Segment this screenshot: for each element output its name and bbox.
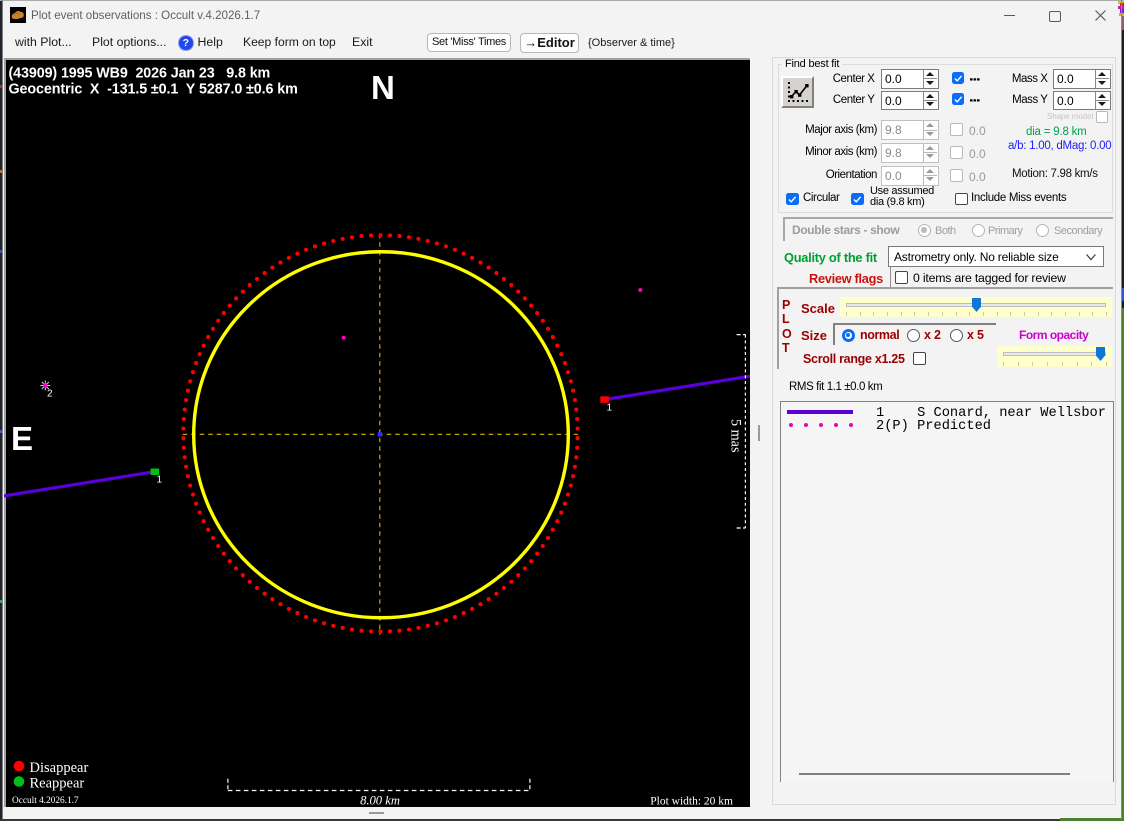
svg-text:1: 1 (157, 475, 163, 486)
svg-text:Plot width: 20 km: Plot width: 20 km (650, 796, 733, 808)
svg-text:1: 1 (607, 403, 613, 414)
svg-text:Occult 4.2026.1.7: Occult 4.2026.1.7 (12, 796, 79, 806)
svg-text:2: 2 (47, 389, 53, 400)
svg-text:N: N (371, 69, 395, 106)
svg-text:E: E (11, 420, 33, 457)
svg-text:Reappear: Reappear (30, 776, 85, 792)
svg-text:5 mas: 5 mas (728, 419, 744, 453)
svg-text:Disappear: Disappear (30, 760, 89, 776)
svg-text:(43909) 1995 WB9 2026 Jan 23: (43909) 1995 WB9 2026 Jan 23 9.8 km (9, 66, 271, 82)
svg-text:Geocentric X -131.5 ±0.1 Y: Geocentric X -131.5 ±0.1 Y 5287.0 ±0.6 k… (9, 82, 298, 98)
svg-text:8.00 km: 8.00 km (360, 794, 400, 808)
